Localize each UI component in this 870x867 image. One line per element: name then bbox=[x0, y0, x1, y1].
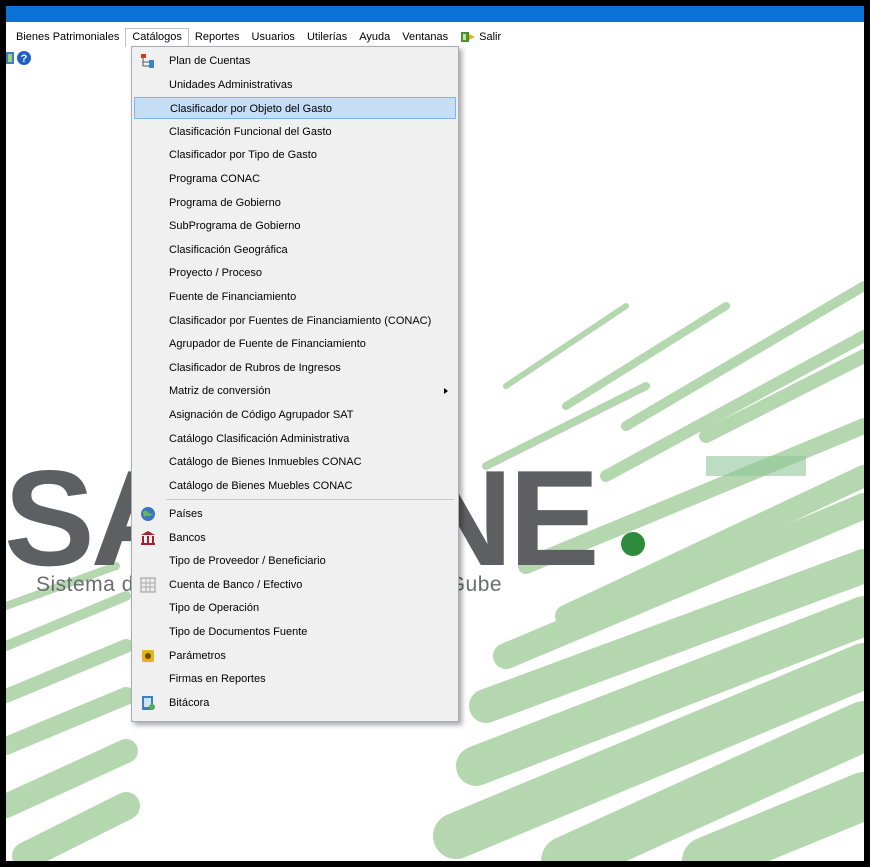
menu-item-label: Proyecto / Proceso bbox=[169, 267, 262, 279]
menu-item-proyecto-proceso[interactable]: Proyecto / Proceso bbox=[134, 262, 456, 284]
menu-item-tipo-de-proveedor-beneficiario[interactable]: Tipo de Proveedor / Beneficiario bbox=[134, 550, 456, 572]
menu-item-label: Tipo de Proveedor / Beneficiario bbox=[169, 555, 326, 567]
menu-item-paises[interactable]: Países bbox=[134, 503, 456, 525]
menu-item-clasificacion-funcional-del-gasto[interactable]: Clasificación Funcional del Gasto bbox=[134, 121, 456, 143]
menu-item-label: Clasificación Geográfica bbox=[169, 244, 288, 256]
log-icon bbox=[142, 696, 155, 710]
menu-salir[interactable]: Salir bbox=[454, 28, 507, 47]
menu-item-plan-de-cuentas[interactable]: Plan de Cuentas bbox=[134, 50, 456, 72]
menu-item-fuente-de-financiamiento[interactable]: Fuente de Financiamiento bbox=[134, 286, 456, 308]
menu-item-clasificador-por-objeto-del-gasto[interactable]: Clasificador por Objeto del Gasto bbox=[134, 97, 456, 119]
exit-icon bbox=[461, 32, 476, 42]
menu-item-matriz-de-conversion[interactable]: Matriz de conversión bbox=[134, 380, 456, 402]
menu-item-label: Cuenta de Banco / Efectivo bbox=[169, 579, 303, 591]
menu-salir-label: Salir bbox=[479, 30, 502, 43]
menu-item-label: Fuente de Financiamiento bbox=[169, 291, 297, 303]
menu-item-label: Clasificación Funcional del Gasto bbox=[169, 126, 332, 138]
menu-item-label: Firmas en Reportes bbox=[169, 673, 266, 685]
menu-item-clasificador-por-fuentes-de-financiamiento-conac[interactable]: Clasificador por Fuentes de Financiamien… bbox=[134, 310, 456, 332]
menu-item-clasificador-de-rubros-de-ingresos[interactable]: Clasificador de Rubros de Ingresos bbox=[134, 357, 456, 379]
menu-utilerias[interactable]: Utilerías bbox=[301, 28, 353, 47]
menu-item-label: Bitácora bbox=[169, 697, 210, 709]
menu-item-clasificador-por-tipo-de-gasto[interactable]: Clasificador por Tipo de Gasto bbox=[134, 144, 456, 166]
menu-item-tipo-de-operacion[interactable]: Tipo de Operación bbox=[134, 597, 456, 619]
submenu-arrow-icon bbox=[444, 388, 448, 394]
menu-item-firmas-en-reportes[interactable]: Firmas en Reportes bbox=[134, 668, 456, 690]
help-icon[interactable]: ? bbox=[16, 50, 32, 66]
settings-icon bbox=[142, 650, 154, 662]
menu-item-label: Catálogo Clasificación Administrativa bbox=[169, 433, 350, 445]
menu-item-label: Programa CONAC bbox=[169, 173, 261, 185]
menu-item-label: SubPrograma de Gobierno bbox=[169, 220, 301, 232]
menu-item-asignacion-de-codigo-agrupador-sat[interactable]: Asignación de Código Agrupador SAT bbox=[134, 404, 456, 426]
menu-item-catalogo-de-bienes-inmuebles-conac[interactable]: Catálogo de Bienes Inmuebles CONAC bbox=[134, 451, 456, 473]
menu-item-parametros[interactable]: Parámetros bbox=[134, 645, 456, 667]
catalogos-dropdown: Plan de Cuentas Unidades Administrativas C… bbox=[131, 46, 459, 722]
menu-item-catalogo-de-bienes-muebles-conac[interactable]: Catálogo de Bienes Muebles CONAC bbox=[134, 475, 456, 497]
menu-item-label: Países bbox=[169, 508, 203, 520]
menu-item-programa-de-gobierno[interactable]: Programa de Gobierno bbox=[134, 192, 456, 214]
menu-item-label: Clasificador por Objeto del Gasto bbox=[170, 103, 333, 115]
app-window: SACG.NE Sistema de Administración y Cont… bbox=[6, 6, 864, 861]
tree-icon bbox=[141, 54, 154, 68]
menu-item-label: Bancos bbox=[169, 532, 206, 544]
menu-ayuda[interactable]: Ayuda bbox=[353, 28, 396, 47]
menu-usuarios[interactable]: Usuarios bbox=[246, 28, 301, 47]
grid-icon bbox=[140, 577, 156, 593]
menu-item-label: Clasificador por Fuentes de Financiamien… bbox=[169, 315, 432, 327]
menu-catalogos[interactable]: Catálogos bbox=[125, 27, 189, 47]
menu-item-clasificacion-geografica[interactable]: Clasificación Geográfica bbox=[134, 239, 456, 261]
menu-item-label: Parámetros bbox=[169, 650, 226, 662]
menu-item-agrupador-de-fuente-de-financiamiento[interactable]: Agrupador de Fuente de Financiamiento bbox=[134, 333, 456, 355]
menu-item-label: Asignación de Código Agrupador SAT bbox=[169, 409, 354, 421]
menu-bar: Bienes Patrimoniales Catálogos Reportes … bbox=[6, 27, 864, 47]
menu-item-catalogo-clasificacion-administrativa[interactable]: Catálogo Clasificación Administrativa bbox=[134, 428, 456, 450]
menu-item-label: Agrupador de Fuente de Financiamiento bbox=[169, 338, 366, 350]
menu-ventanas[interactable]: Ventanas bbox=[396, 28, 454, 47]
menu-item-subprograma-de-gobierno[interactable]: SubPrograma de Gobierno bbox=[134, 215, 456, 237]
menu-item-cuenta-de-banco-efectivo[interactable]: Cuenta de Banco / Efectivo bbox=[134, 574, 456, 596]
menu-item-bancos[interactable]: Bancos bbox=[134, 527, 456, 549]
menu-item-bitacora[interactable]: Bitácora bbox=[134, 692, 456, 714]
menu-item-label: Matriz de conversión bbox=[169, 385, 271, 397]
menu-item-programa-conac[interactable]: Programa CONAC bbox=[134, 168, 456, 190]
menu-item-label: Programa de Gobierno bbox=[169, 197, 281, 209]
menu-item-label: Clasificador de Rubros de Ingresos bbox=[169, 362, 341, 374]
bank-icon bbox=[141, 531, 155, 545]
app-icon[interactable] bbox=[6, 50, 16, 66]
menu-separator bbox=[166, 499, 454, 500]
toolbar: ? bbox=[6, 49, 32, 67]
menu-item-label: Clasificador por Tipo de Gasto bbox=[169, 149, 317, 161]
menu-item-label: Catálogo de Bienes Inmuebles CONAC bbox=[169, 456, 362, 468]
menu-reportes[interactable]: Reportes bbox=[189, 28, 246, 47]
menu-item-label: Unidades Administrativas bbox=[169, 79, 293, 91]
menu-item-label: Tipo de Operación bbox=[169, 602, 260, 614]
menu-item-label: Catálogo de Bienes Muebles CONAC bbox=[169, 480, 353, 492]
menu-item-unidades-administrativas[interactable]: Unidades Administrativas bbox=[134, 74, 456, 96]
svg-text:?: ? bbox=[21, 53, 28, 65]
globe-icon bbox=[141, 507, 155, 521]
menu-item-tipo-de-documentos-fuente[interactable]: Tipo de Documentos Fuente bbox=[134, 621, 456, 643]
menu-item-label: Plan de Cuentas bbox=[169, 55, 251, 67]
menu-item-label: Tipo de Documentos Fuente bbox=[169, 626, 308, 638]
menu-bienes-patrimoniales[interactable]: Bienes Patrimoniales bbox=[6, 28, 125, 47]
